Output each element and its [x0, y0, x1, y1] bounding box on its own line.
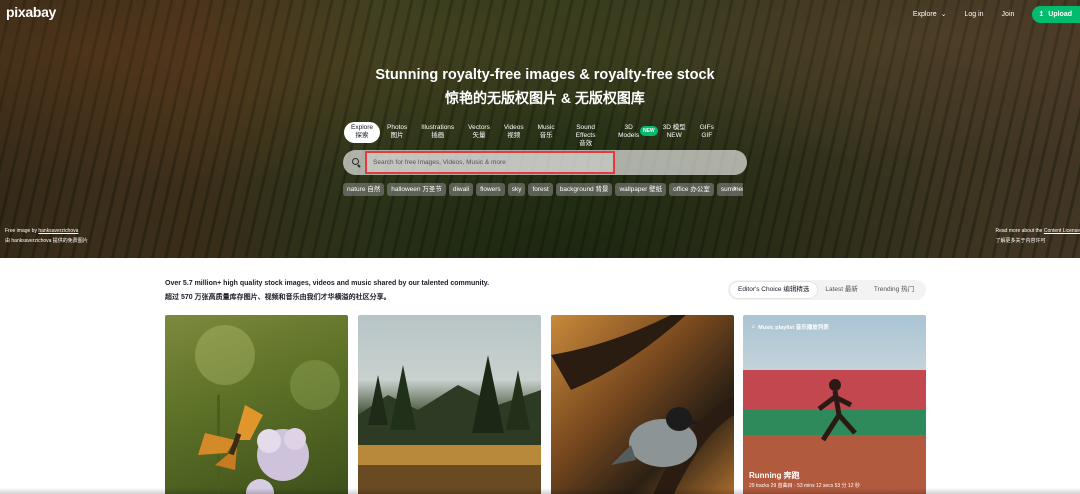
- tab-3d-models[interactable]: 3D Models NEW: [610, 122, 658, 143]
- tag-chip[interactable]: summer: [716, 182, 743, 196]
- join-link[interactable]: Join: [1002, 11, 1015, 18]
- credit-prefix: Free image by: [5, 228, 39, 234]
- hero-banner: pixabay Explore ⌄ Log in Join ↥ Upload S…: [0, 0, 1080, 258]
- tag-chip[interactable]: nature 自然: [343, 182, 385, 196]
- tag-chip[interactable]: forest: [528, 182, 553, 196]
- playlist-title: Running 奔跑: [749, 471, 800, 480]
- music-note-icon: ♫: [751, 324, 756, 330]
- gallery-image-butterfly[interactable]: [165, 315, 348, 494]
- tab-explore[interactable]: Explore 探索: [344, 122, 381, 143]
- tab-label: Vectors: [468, 124, 490, 131]
- tab-label-zh: GIF: [701, 132, 713, 139]
- tag-chip[interactable]: office 办公室: [669, 182, 714, 196]
- top-navigation: Explore ⌄ Log in Join ↥ Upload: [913, 5, 1080, 23]
- tab-sound-effects[interactable]: Sound Effects 音效: [562, 122, 610, 150]
- tab-label: GIFs: [699, 124, 714, 131]
- tab-label: Photos: [387, 124, 408, 131]
- tag-chip[interactable]: background 背景: [555, 182, 613, 196]
- intro-text: Over 5.7 million+ high quality stock ima…: [165, 277, 489, 305]
- tag-chip[interactable]: flowers: [476, 182, 505, 196]
- suggested-tags: nature 自然 halloween 万圣节 diwali flowers s…: [343, 182, 743, 196]
- runner-illustration: [743, 370, 926, 494]
- tab-3d-models-zh[interactable]: 3D 模型 NEW: [656, 122, 693, 143]
- tab-label-zh: 音效: [579, 140, 593, 147]
- tab-label: Music: [537, 124, 555, 131]
- tab-label-zh: 插画: [431, 132, 445, 139]
- chevron-right-icon[interactable]: ›: [733, 182, 736, 195]
- image-credit: Free image by hanksaverzichova 由 hanksav…: [5, 226, 88, 246]
- explore-menu[interactable]: Explore ⌄: [912, 10, 947, 19]
- hero-headline: Stunning royalty-free images & royalty-f…: [375, 67, 715, 83]
- upload-icon: ↥: [1038, 11, 1045, 18]
- license-note: Read more about the Content License 了解更多…: [995, 226, 1080, 246]
- tab-label: Sound Effects: [575, 124, 596, 139]
- hero-headline-zh: 惊艳的无版权图片 & 无版权图库: [445, 90, 645, 106]
- playlist-label-text: Music playlist 音乐播放列表: [758, 325, 829, 331]
- image-gallery: ♫ Music playlist 音乐播放列表 Running 奔跑 29 tr…: [165, 315, 926, 494]
- tab-label: 3D Models: [618, 124, 640, 139]
- login-link[interactable]: Log in: [964, 11, 983, 18]
- tab-label-zh: 矢量: [472, 132, 486, 139]
- sort-editors-choice[interactable]: Editor's Choice 编辑精选: [730, 282, 818, 298]
- tab-label: Explore: [351, 124, 374, 131]
- tag-chip[interactable]: diwali: [448, 182, 474, 196]
- search-bar: [343, 150, 747, 175]
- forest-illustration: [358, 355, 541, 494]
- gallery-image-forest[interactable]: [358, 315, 541, 494]
- sort-options: Editor's Choice 编辑精选 Latest 最新 Trending …: [730, 282, 922, 298]
- tab-music[interactable]: Music 音乐: [531, 122, 562, 143]
- sort-trending[interactable]: Trending 热门: [866, 282, 922, 298]
- search-icon[interactable]: [352, 158, 361, 167]
- tag-chip[interactable]: wallpaper 壁纸: [615, 182, 667, 196]
- tab-label: Illustrations: [421, 124, 455, 131]
- tab-label-zh: 音乐: [539, 132, 553, 139]
- credit-user-link[interactable]: hanksaverzichova: [38, 228, 78, 234]
- tab-illustrations[interactable]: Illustrations 插画: [414, 122, 461, 143]
- tab-vectors[interactable]: Vectors 矢量: [461, 122, 497, 143]
- intro-line-zh: 超过 570 万张高质量库存图片、视频和音乐由我们才华横溢的社区分享。: [165, 294, 391, 301]
- intro-line: Over 5.7 million+ high quality stock ima…: [165, 280, 490, 287]
- gallery-image-bird[interactable]: [551, 315, 734, 494]
- tag-chip[interactable]: sky: [507, 182, 526, 196]
- tab-label: Videos: [503, 124, 524, 131]
- license-prefix: Read more about the: [995, 228, 1044, 234]
- tab-label-zh: 探索: [355, 132, 369, 139]
- bird-illustration: [551, 315, 734, 494]
- pixabay-logo[interactable]: pixabay: [6, 4, 56, 20]
- upload-button[interactable]: ↥ Upload: [1032, 5, 1080, 23]
- tab-videos[interactable]: Videos 视频: [497, 122, 531, 143]
- playlist-label: ♫ Music playlist 音乐播放列表: [751, 323, 829, 331]
- tab-gifs[interactable]: GIFs GIF: [693, 122, 721, 143]
- butterfly-illustration: [195, 325, 340, 494]
- tab-label-zh: 视频: [507, 132, 521, 139]
- scroll-shadow: [0, 488, 1080, 494]
- tab-label: 3D 模型: [662, 124, 686, 131]
- content-license-link[interactable]: Content License: [1044, 228, 1080, 234]
- explore-menu-label: Explore: [912, 10, 937, 18]
- media-type-tabs: Explore 探索 Photos 图片 Illustrations 插画 Ve…: [344, 122, 721, 150]
- tag-chip[interactable]: halloween 万圣节: [387, 182, 446, 196]
- tab-label-zh: 图片: [390, 132, 404, 139]
- chevron-down-icon: ⌄: [940, 11, 947, 18]
- playlist-card-running[interactable]: ♫ Music playlist 音乐播放列表 Running 奔跑 29 tr…: [743, 315, 926, 494]
- search-input[interactable]: [365, 151, 615, 174]
- sort-latest[interactable]: Latest 最新: [817, 282, 866, 298]
- credit-zh: 由 hanksaverzichova 提供的免费图片: [5, 238, 88, 244]
- tab-photos[interactable]: Photos 图片: [380, 122, 414, 143]
- license-zh: 了解更多关于内容许可: [995, 238, 1046, 244]
- tab-label-zh: NEW: [666, 132, 682, 139]
- upload-button-label: Upload: [1048, 10, 1072, 18]
- new-badge: NEW: [639, 126, 658, 136]
